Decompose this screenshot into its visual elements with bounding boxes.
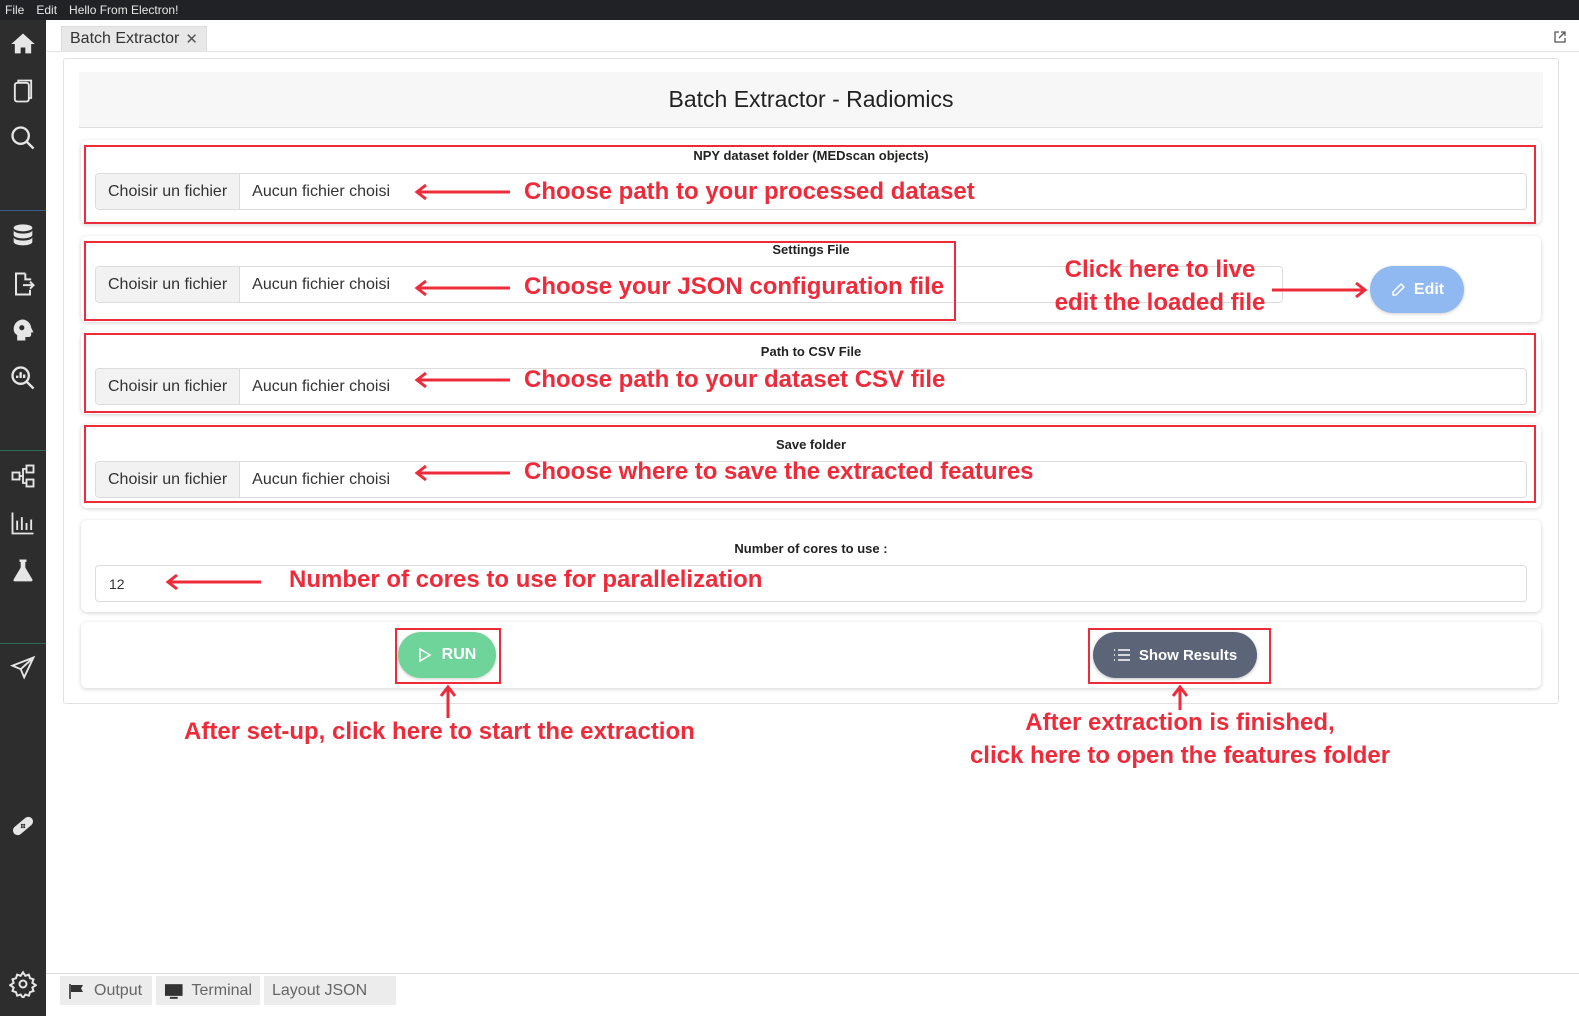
- file-export-icon[interactable]: [7, 268, 39, 300]
- tab-terminal-label: Terminal: [191, 981, 252, 999]
- tab-layout-json-label: Layout JSON: [272, 981, 368, 999]
- settings-icon[interactable]: [7, 968, 39, 1000]
- cores-label: Number of cores to use :: [734, 541, 888, 556]
- tab-output-label: Output: [94, 981, 143, 999]
- bottom-panel-tabs: Output Terminal Layout JSON: [46, 973, 1579, 1016]
- document-icon[interactable]: [7, 75, 39, 107]
- annotation-arrow-settings: [414, 279, 510, 297]
- tab-batch-extractor[interactable]: Batch Extractor ✕: [61, 26, 207, 51]
- annotation-results-line2: click here to open the features folder: [969, 742, 1391, 769]
- send-icon[interactable]: [7, 652, 39, 684]
- database-icon[interactable]: [7, 220, 39, 252]
- close-icon[interactable]: ✕: [185, 30, 198, 48]
- annotation-save: Choose where to save the extracted featu…: [524, 458, 1034, 485]
- annotation-csv: Choose path to your dataset CSV file: [524, 366, 946, 393]
- popout-icon[interactable]: [1553, 30, 1567, 44]
- page-title: Batch Extractor - Radiomics: [79, 72, 1543, 128]
- menu-file[interactable]: File: [5, 3, 24, 17]
- edit-label: Edit: [1413, 280, 1445, 298]
- actions-card: [81, 622, 1541, 688]
- annotation-edit-line1: Click here to live: [1064, 256, 1256, 283]
- activity-separator: [0, 643, 46, 644]
- brain-icon[interactable]: [7, 314, 39, 346]
- annotation-edit-line2: edit the loaded file: [1054, 289, 1266, 316]
- annotation-settings: Choose your JSON configuration file: [524, 273, 945, 300]
- annotation-arrow-run: [439, 684, 457, 718]
- bar-chart-icon[interactable]: [7, 507, 39, 539]
- flag-icon: [69, 983, 83, 999]
- analysis-icon[interactable]: [7, 362, 39, 394]
- annotation-arrow-results: [1171, 684, 1189, 710]
- tab-layout-json[interactable]: Layout JSON: [264, 976, 396, 1005]
- annotation-arrow-save: [414, 464, 510, 482]
- activity-separator: [0, 210, 46, 211]
- annotation-arrow-cores: [165, 573, 261, 591]
- pencil-icon: [1392, 282, 1405, 296]
- tab-bar: Batch Extractor ✕: [46, 20, 1579, 52]
- menu-bar: File Edit Hello From Electron!: [0, 0, 1579, 20]
- edit-button[interactable]: Edit: [1370, 266, 1464, 313]
- flow-icon[interactable]: [7, 460, 39, 492]
- menu-edit[interactable]: Edit: [36, 3, 57, 17]
- annotation-cores: Number of cores to use for parallelizati…: [289, 566, 763, 593]
- annotation-box-results: [1088, 628, 1271, 684]
- bandage-icon[interactable]: [7, 810, 39, 842]
- tab-label: Batch Extractor: [70, 30, 180, 47]
- tab-output[interactable]: Output: [60, 976, 152, 1005]
- flask-icon[interactable]: [7, 554, 39, 586]
- annotation-run: After set-up, click here to start the ex…: [184, 718, 695, 745]
- search-icon[interactable]: [7, 122, 39, 154]
- home-icon[interactable]: [7, 28, 39, 60]
- activity-bar: [0, 20, 46, 1016]
- menu-app-title[interactable]: Hello From Electron!: [69, 3, 178, 17]
- annotation-npy: Choose path to your processed dataset: [524, 178, 975, 205]
- annotation-arrow-edit: [1272, 281, 1368, 299]
- annotation-box-run: [395, 628, 501, 684]
- annotation-arrow-csv: [414, 371, 510, 389]
- annotation-arrow-npy: [414, 183, 510, 201]
- terminal-icon: [164, 983, 183, 999]
- activity-separator: [0, 450, 46, 451]
- tab-terminal[interactable]: Terminal: [156, 976, 260, 1005]
- annotation-results-line1: After extraction is finished,: [1025, 709, 1335, 736]
